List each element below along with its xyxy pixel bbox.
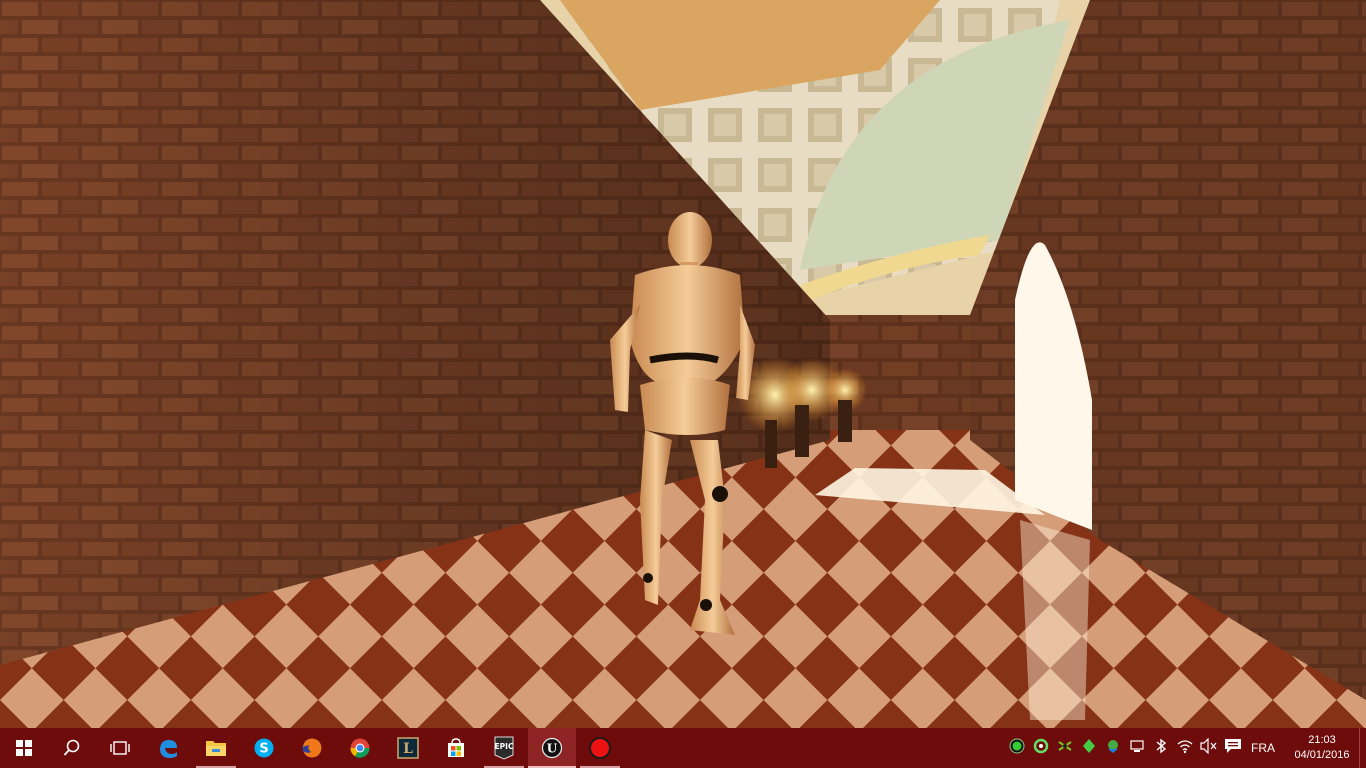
network-share-icon xyxy=(1105,738,1121,758)
tray-nvidia[interactable] xyxy=(1053,728,1077,768)
taskbar-app-edge[interactable] xyxy=(144,728,192,768)
edge-icon xyxy=(157,737,179,759)
taskbar-app-firefox[interactable] xyxy=(288,728,336,768)
tray-volume[interactable] xyxy=(1197,728,1221,768)
epic-games-launcher-icon: EPIC xyxy=(493,736,515,760)
taskbar-app-league-of-legends[interactable]: L xyxy=(384,728,432,768)
taskbar-app-skype[interactable]: S xyxy=(240,728,288,768)
svg-text:S: S xyxy=(259,742,268,757)
task-view-button[interactable] xyxy=(96,728,144,768)
epic-icon-label: EPIC xyxy=(495,742,514,751)
system-tray: FRA 21:03 04/01/2016 xyxy=(1005,728,1366,768)
show-desktop-button[interactable] xyxy=(1359,728,1366,768)
action-center-icon xyxy=(1224,738,1242,758)
task-view-icon xyxy=(109,740,131,756)
tray-razer[interactable] xyxy=(1077,728,1101,768)
nvidia-icon xyxy=(1057,738,1073,758)
firefox-icon xyxy=(301,737,323,759)
clock[interactable]: 21:03 04/01/2016 xyxy=(1285,733,1359,763)
search-icon xyxy=(63,739,81,757)
volume-muted-icon xyxy=(1200,737,1218,758)
taskbar-app-store[interactable] xyxy=(432,728,480,768)
tray-green-circle[interactable] xyxy=(1005,728,1029,768)
windows-logo-icon xyxy=(16,740,32,756)
skype-icon: S xyxy=(253,737,275,759)
league-icon-letter: L xyxy=(403,741,413,757)
refresh-icon xyxy=(1033,738,1049,758)
clock-date: 04/01/2016 xyxy=(1294,749,1350,761)
tray-action-center[interactable] xyxy=(1221,728,1245,768)
taskbar-app-file-explorer[interactable] xyxy=(192,728,240,768)
start-button[interactable] xyxy=(0,728,48,768)
clock-time: 21:03 xyxy=(1308,734,1336,746)
tray-network-share[interactable] xyxy=(1101,728,1125,768)
device-icon xyxy=(1129,738,1145,758)
chrome-icon xyxy=(349,737,371,759)
record-icon xyxy=(588,736,612,760)
tray-wifi[interactable] xyxy=(1173,728,1197,768)
razer-icon xyxy=(1081,738,1097,758)
unreal-icon-letter: U xyxy=(547,742,558,756)
windows-taskbar: S L EPIC U FRA 21:03 04/01/2016 xyxy=(0,728,1366,768)
wifi-icon xyxy=(1177,738,1193,758)
game-viewport[interactable] xyxy=(0,0,1366,728)
tray-refresh[interactable] xyxy=(1029,728,1053,768)
taskbar-app-epic-games-launcher[interactable]: EPIC xyxy=(480,728,528,768)
language-indicator[interactable]: FRA xyxy=(1245,741,1285,755)
tray-device[interactable] xyxy=(1125,728,1149,768)
taskbar-app-chrome[interactable] xyxy=(336,728,384,768)
bluetooth-icon xyxy=(1155,738,1167,758)
taskbar-app-unreal-engine[interactable]: U xyxy=(528,728,576,768)
tray-bluetooth[interactable] xyxy=(1149,728,1173,768)
unreal-engine-icon: U xyxy=(541,737,563,759)
store-icon xyxy=(445,737,467,759)
green-circle-icon xyxy=(1009,738,1025,758)
taskbar-app-recorder[interactable] xyxy=(576,728,624,768)
file-explorer-icon xyxy=(205,738,227,758)
search-button[interactable] xyxy=(48,728,96,768)
league-of-legends-icon: L xyxy=(397,737,419,759)
